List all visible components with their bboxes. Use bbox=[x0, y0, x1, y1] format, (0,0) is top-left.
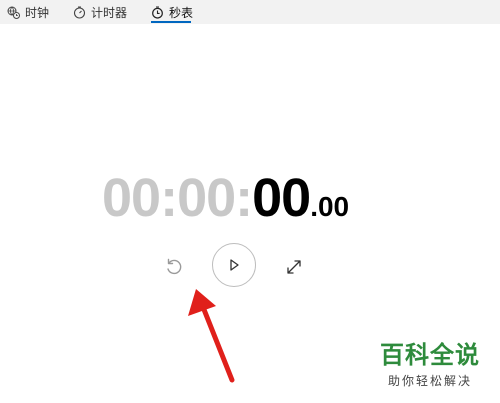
watermark-logo: 百科全说 助你轻松解决 bbox=[374, 340, 486, 389]
watermark-subtitle: 助你轻松解决 bbox=[387, 374, 472, 388]
watermark-title: 百科全说 bbox=[380, 341, 480, 369]
